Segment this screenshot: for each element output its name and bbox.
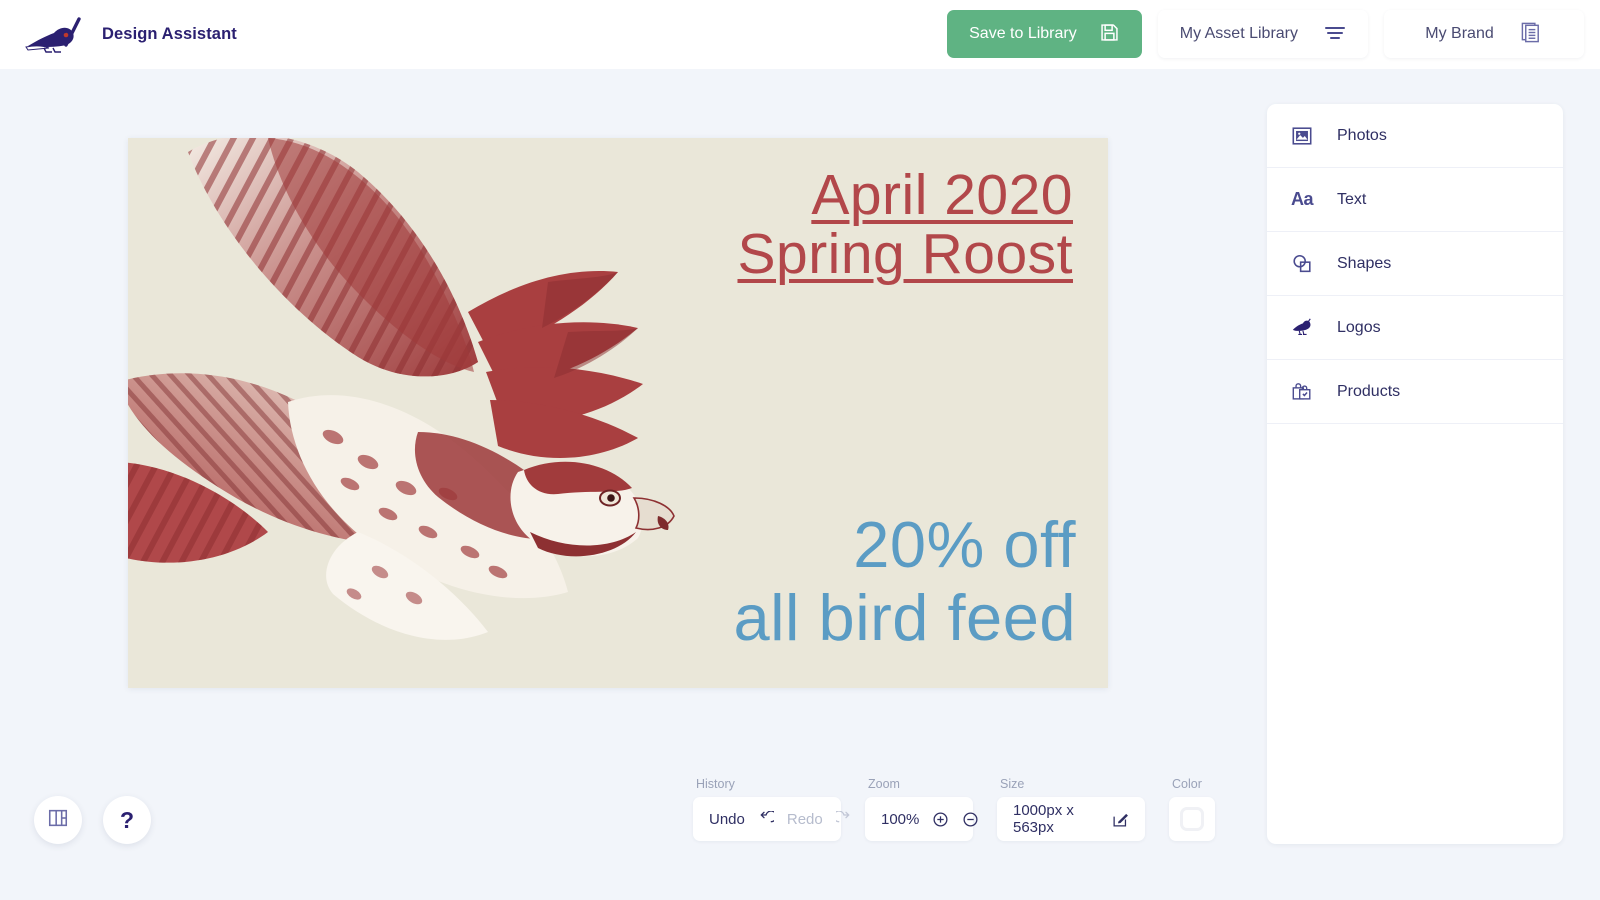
undo-button[interactable]: Undo xyxy=(709,811,745,828)
canvas-subheadline[interactable]: 20% off all bird feed xyxy=(733,509,1076,655)
sidebar-label-products: Products xyxy=(1337,382,1401,400)
layout-panel-icon xyxy=(47,807,69,834)
help-button[interactable]: ? xyxy=(103,796,151,844)
duotone-hawk-in-flight-photo[interactable] xyxy=(128,138,778,688)
copy-stack-icon xyxy=(1520,21,1543,47)
design-canvas[interactable]: April 2020 Spring Roost 20% off all bird… xyxy=(128,138,1108,688)
save-to-library-button[interactable]: Save to Library xyxy=(947,10,1142,58)
canvas-headline[interactable]: April 2020 Spring Roost xyxy=(737,166,1073,283)
sidebar-item-products[interactable]: Products xyxy=(1267,360,1563,424)
shopping-bag-icon xyxy=(1289,379,1315,405)
sidebar-item-text[interactable]: Aa Text xyxy=(1267,168,1563,232)
subheadline-line-2: all bird feed xyxy=(733,581,1076,655)
image-icon xyxy=(1289,123,1315,149)
undo-arrow-icon[interactable] xyxy=(758,811,774,827)
subheadline-line-1: 20% off xyxy=(853,508,1076,582)
help-question-icon: ? xyxy=(119,806,135,833)
color-group: Color xyxy=(1169,777,1215,841)
headline-line-2: Spring Roost xyxy=(737,221,1073,286)
sidebar-label-photos: Photos xyxy=(1337,126,1387,144)
zoom-group: Zoom 100% xyxy=(865,777,978,841)
plus-circle-icon[interactable] xyxy=(932,811,949,828)
text-aa-icon: Aa xyxy=(1290,189,1314,209)
bottom-toolbar: History Undo Redo Zoom 100% Size 1000px … xyxy=(693,777,1215,841)
size-group: Size 1000px x 563px xyxy=(997,777,1145,841)
design-canvas-wrapper[interactable]: April 2020 Spring Roost 20% off all bird… xyxy=(128,138,1108,688)
color-caption: Color xyxy=(1172,777,1202,791)
history-group: History Undo Redo xyxy=(693,777,850,841)
sidebar-item-logos[interactable]: Logos xyxy=(1267,296,1563,360)
design-assistant-app: Design Assistant Save to Library My Asse… xyxy=(0,0,1600,900)
asset-side-panel: Photos Aa Text Shapes Logos Products xyxy=(1267,104,1563,844)
filter-lines-icon xyxy=(1324,25,1346,44)
size-controls: 1000px x 563px xyxy=(997,797,1145,841)
sidebar-label-text: Text xyxy=(1337,190,1367,208)
app-title: Design Assistant xyxy=(102,25,237,43)
my-asset-library-button[interactable]: My Asset Library xyxy=(1157,10,1368,58)
shapes-icon xyxy=(1289,251,1315,277)
color-swatch-button[interactable] xyxy=(1169,797,1215,841)
size-value: 1000px x 563px xyxy=(1013,802,1074,836)
my-asset-library-label: My Asset Library xyxy=(1179,25,1298,42)
header-actions: Save to Library My Asset Library My Bran… xyxy=(947,10,1584,58)
sidebar-label-logos: Logos xyxy=(1337,318,1381,336)
color-swatch-icon xyxy=(1180,807,1204,831)
history-controls: Undo Redo xyxy=(693,797,850,841)
history-caption: History xyxy=(696,777,735,791)
zoom-value: 100% xyxy=(881,810,920,828)
my-brand-button[interactable]: My Brand xyxy=(1384,10,1584,58)
panel-toggle-button[interactable] xyxy=(34,796,82,844)
size-caption: Size xyxy=(1000,777,1025,791)
zoom-controls: 100% xyxy=(865,797,978,841)
redo-arrow-icon[interactable] xyxy=(835,811,852,827)
save-to-library-label: Save to Library xyxy=(969,25,1077,42)
headline-line-1: April 2020 xyxy=(811,163,1073,227)
sidebar-item-shapes[interactable]: Shapes xyxy=(1267,232,1563,296)
sidebar-label-shapes: Shapes xyxy=(1337,254,1392,272)
floppy-disk-save-icon xyxy=(1099,22,1120,46)
brand: Design Assistant xyxy=(0,15,237,55)
my-brand-label: My Brand xyxy=(1425,25,1494,42)
zoom-caption: Zoom xyxy=(868,777,900,791)
bird-logo-icon xyxy=(1289,315,1315,341)
minus-circle-icon[interactable] xyxy=(962,811,979,828)
redo-button[interactable]: Redo xyxy=(787,811,823,828)
app-header: Design Assistant Save to Library My Asse… xyxy=(0,0,1600,69)
sidebar-item-photos[interactable]: Photos xyxy=(1267,104,1563,168)
bird-with-paintbrush-logo-icon xyxy=(22,15,86,55)
edit-pencil-square-icon[interactable] xyxy=(1112,811,1129,828)
